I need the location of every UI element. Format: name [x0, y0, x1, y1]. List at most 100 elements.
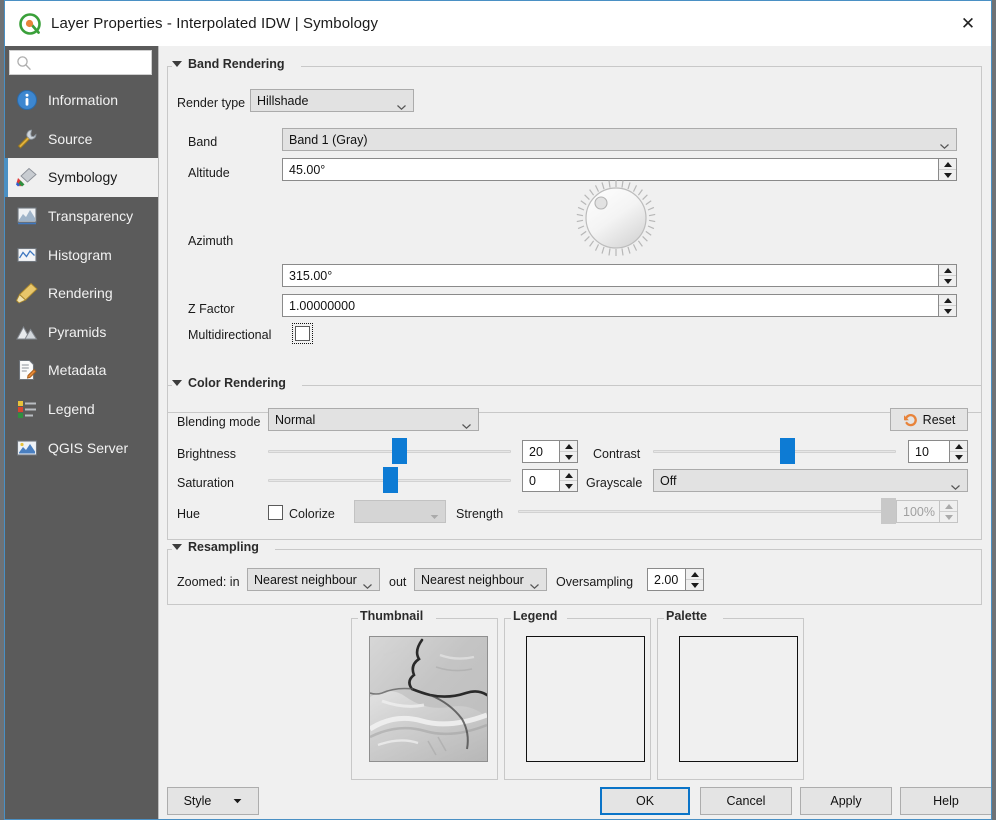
- blending-mode-value: Normal: [275, 412, 316, 427]
- chevron-down-icon: [530, 578, 539, 589]
- help-button[interactable]: Help: [900, 787, 991, 815]
- style-button[interactable]: Style: [167, 787, 259, 815]
- colorize-checkbox[interactable]: [268, 505, 283, 520]
- source-icon: [15, 127, 39, 151]
- azimuth-stepper[interactable]: [938, 265, 956, 286]
- sidebar-item-source[interactable]: Source: [5, 120, 158, 159]
- chevron-down-icon: [397, 99, 406, 110]
- blending-mode-label: Blending mode: [177, 415, 261, 429]
- stepper-down-icon[interactable]: [950, 451, 967, 462]
- stepper-up-icon[interactable]: [939, 295, 956, 305]
- reset-button[interactable]: Reset: [890, 408, 968, 431]
- qgis-logo-icon: [19, 12, 41, 35]
- altitude-value: 45.00°: [289, 162, 326, 177]
- z-factor-stepper[interactable]: [938, 295, 956, 316]
- sidebar-item-information[interactable]: Information: [5, 81, 158, 120]
- azimuth-field[interactable]: 315.00°: [282, 264, 957, 287]
- layer-properties-dialog: Layer Properties - Interpolated IDW | Sy…: [4, 0, 992, 820]
- stepper-up-icon[interactable]: [950, 441, 967, 451]
- group-title: Color Rendering: [188, 376, 286, 390]
- color-rendering-group: Color Rendering Blending mode Normal Res…: [167, 376, 982, 540]
- chevron-down-icon: [951, 479, 960, 490]
- cancel-label: Cancel: [726, 794, 766, 808]
- oversampling-stepper[interactable]: [685, 569, 703, 590]
- contrast-slider[interactable]: [653, 438, 896, 464]
- zoomed-out-value: Nearest neighbour: [421, 572, 524, 587]
- azimuth-dial[interactable]: [572, 178, 660, 263]
- window-title: Layer Properties - Interpolated IDW | Sy…: [51, 15, 379, 32]
- sidebar-item-symbology[interactable]: Symbology: [5, 158, 158, 197]
- zoomed-in-combo[interactable]: Nearest neighbour: [247, 568, 380, 591]
- z-factor-label: Z Factor: [188, 302, 235, 316]
- stepper-down-icon[interactable]: [939, 275, 956, 286]
- sidebar-item-label: Metadata: [48, 362, 107, 379]
- sidebar-item-label: Source: [48, 130, 93, 147]
- slider-handle[interactable]: [382, 467, 398, 493]
- resampling-header[interactable]: Resampling: [172, 540, 266, 554]
- resampling-group: Resampling Zoomed: in Nearest neighbour …: [167, 540, 982, 605]
- saturation-stepper[interactable]: [559, 470, 577, 491]
- collapse-triangle-icon[interactable]: [172, 544, 182, 550]
- symbology-icon: [15, 165, 39, 189]
- stepper-up-icon[interactable]: [939, 159, 956, 169]
- stepper-down-icon[interactable]: [939, 305, 956, 316]
- sidebar-item-rendering[interactable]: Rendering: [5, 274, 158, 313]
- band-rendering-header[interactable]: Band Rendering: [172, 57, 292, 71]
- color-rendering-header[interactable]: Color Rendering: [172, 376, 293, 390]
- multidirectional-checkbox[interactable]: [292, 323, 313, 344]
- sidebar-item-qgis-server[interactable]: QGIS Server: [5, 428, 158, 467]
- thumbnail-pane: Thumbnail: [351, 609, 498, 780]
- oversampling-value: 2.00: [654, 572, 679, 587]
- ok-button[interactable]: OK: [600, 787, 690, 815]
- strength-stepper: [939, 501, 957, 522]
- sidebar-item-pyramids[interactable]: Pyramids: [5, 313, 158, 352]
- sidebar-item-transparency[interactable]: Transparency: [5, 197, 158, 236]
- search-input[interactable]: [36, 54, 151, 71]
- stepper-down-icon[interactable]: [939, 169, 956, 180]
- saturation-field[interactable]: 0: [522, 469, 578, 492]
- colorize-label: Colorize: [289, 507, 335, 521]
- contrast-stepper[interactable]: [949, 441, 967, 462]
- blending-mode-combo[interactable]: Normal: [268, 408, 479, 431]
- zoomed-out-combo[interactable]: Nearest neighbour: [414, 568, 547, 591]
- stepper-down-icon[interactable]: [560, 480, 577, 491]
- legend-pane: Legend: [504, 609, 651, 780]
- stepper-up-icon: [940, 501, 957, 511]
- dialog-body: Information Source Symbology Transparenc…: [5, 46, 991, 819]
- stepper-up-icon[interactable]: [939, 265, 956, 275]
- z-factor-value: 1.00000000: [289, 298, 356, 313]
- stepper-up-icon[interactable]: [560, 441, 577, 451]
- sidebar-search[interactable]: [9, 50, 152, 75]
- sidebar-item-metadata[interactable]: Metadata: [5, 351, 158, 390]
- cancel-button[interactable]: Cancel: [700, 787, 792, 815]
- stepper-down-icon[interactable]: [560, 451, 577, 462]
- stepper-up-icon[interactable]: [686, 569, 703, 579]
- slider-handle[interactable]: [779, 438, 795, 464]
- stepper-up-icon[interactable]: [560, 470, 577, 480]
- sidebar-item-legend[interactable]: Legend: [5, 390, 158, 429]
- brightness-slider[interactable]: [268, 438, 511, 464]
- slider-handle[interactable]: [392, 438, 408, 464]
- contrast-field[interactable]: 10: [908, 440, 968, 463]
- oversampling-field[interactable]: 2.00: [647, 568, 704, 591]
- brightness-stepper[interactable]: [559, 441, 577, 462]
- saturation-slider[interactable]: [268, 467, 511, 493]
- brightness-field[interactable]: 20: [522, 440, 578, 463]
- close-icon[interactable]: ✕: [945, 1, 991, 46]
- collapse-triangle-icon[interactable]: [172, 380, 182, 386]
- grayscale-combo[interactable]: Off: [653, 469, 968, 492]
- apply-button[interactable]: Apply: [800, 787, 892, 815]
- render-type-combo[interactable]: Hillshade: [250, 89, 414, 112]
- z-factor-field[interactable]: 1.00000000: [282, 294, 957, 317]
- chevron-down-icon: [430, 509, 439, 519]
- chevron-down-icon: [233, 798, 242, 804]
- altitude-stepper[interactable]: [938, 159, 956, 180]
- legend-icon: [15, 397, 39, 421]
- sidebar-item-histogram[interactable]: Histogram: [5, 235, 158, 274]
- group-title: Resampling: [188, 540, 259, 554]
- stepper-down-icon[interactable]: [686, 579, 703, 590]
- strength-value: 100%: [903, 504, 935, 519]
- band-combo[interactable]: Band 1 (Gray): [282, 128, 957, 151]
- transparency-icon: [15, 204, 39, 228]
- collapse-triangle-icon[interactable]: [172, 61, 182, 67]
